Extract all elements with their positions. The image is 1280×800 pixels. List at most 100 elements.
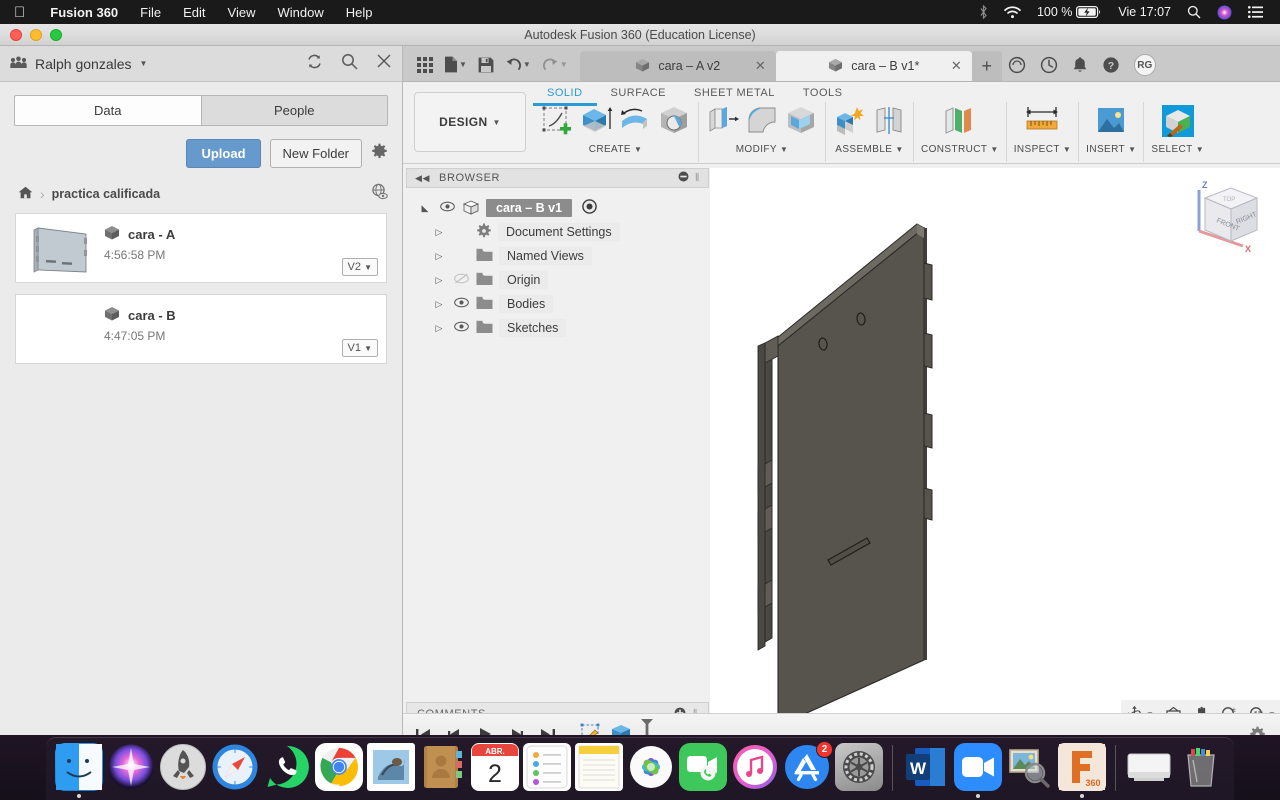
insert-image-icon[interactable] <box>1094 104 1128 143</box>
sweep-icon[interactable] <box>657 104 691 143</box>
3d-canvas[interactable]: Z X FRONT RIGHT TOP <box>710 168 1280 726</box>
avatar[interactable]: RG <box>1133 54 1156 76</box>
battery-charging-icon[interactable] <box>1076 6 1110 18</box>
menu-bar-clock[interactable]: Vie 17:07 <box>1110 5 1179 19</box>
refresh-icon[interactable] <box>306 53 323 75</box>
workspace-switcher[interactable]: DESIGN ▼ <box>414 92 526 152</box>
tree-item-bodies[interactable]: ▷ Bodies <box>406 292 709 316</box>
new-folder-button[interactable]: New Folder <box>269 139 362 168</box>
visibility-eye-icon[interactable] <box>452 297 470 311</box>
visibility-eye-icon[interactable] <box>438 201 456 215</box>
breadcrumb-current-folder[interactable]: practica calificada <box>52 187 160 201</box>
press-pull-icon[interactable] <box>706 104 740 143</box>
dock-item-calendar[interactable]: ABR. 2 <box>470 743 520 798</box>
active-component-icon[interactable] <box>582 199 597 217</box>
fillet-icon[interactable] <box>745 104 779 143</box>
list-item[interactable]: cara - B 4:47:05 PM V1 ▼ <box>15 294 387 364</box>
wifi-icon[interactable] <box>996 5 1029 19</box>
dock-item-fusion-360[interactable]: 360 <box>1057 743 1107 798</box>
menu-item-fusion360[interactable]: Fusion 360 <box>39 5 129 20</box>
tree-item-origin[interactable]: ▷ Origin <box>406 268 709 292</box>
tree-item-document-settings[interactable]: ▷ Document Settings <box>406 220 709 244</box>
joint-icon[interactable] <box>872 104 906 143</box>
select-paint-icon[interactable] <box>1160 103 1196 144</box>
dock-item-safari[interactable] <box>210 743 260 798</box>
dock-item-preview[interactable] <box>1005 743 1055 798</box>
expand-arrow-icon[interactable]: ▷ <box>432 275 446 286</box>
dock-item-notes[interactable] <box>574 743 624 798</box>
tree-item-sketches[interactable]: ▷ Sketches <box>406 316 709 340</box>
undo-icon[interactable]: ▼ <box>501 55 535 74</box>
globe-visibility-icon[interactable] <box>371 183 388 204</box>
dock-item-system-preferences[interactable] <box>834 743 884 798</box>
expand-arrow-icon[interactable]: ▷ <box>432 299 446 310</box>
shell-icon[interactable] <box>784 104 818 143</box>
expand-arrow-icon[interactable]: ▷ <box>432 227 446 238</box>
ribbon-group-assemble-label[interactable]: ASSEMBLE ▼ <box>835 144 903 155</box>
close-icon[interactable] <box>376 53 392 74</box>
ribbon-group-construct-label[interactable]: CONSTRUCT ▼ <box>921 144 999 155</box>
view-cube[interactable]: Z X FRONT RIGHT TOP <box>1185 176 1267 256</box>
list-item[interactable]: cara - A 4:56:58 PM V2 ▼ <box>15 213 387 283</box>
extrude-icon[interactable] <box>579 104 613 143</box>
menu-item-help[interactable]: Help <box>335 5 384 20</box>
apple-logo-icon[interactable]:  <box>0 5 39 20</box>
dock-item-contacts[interactable] <box>418 743 468 798</box>
dock-item-reminders[interactable] <box>522 743 572 798</box>
expand-arrow-icon[interactable]: ▷ <box>432 251 446 262</box>
gear-icon[interactable] <box>371 143 388 165</box>
create-sketch-icon[interactable] <box>540 104 574 143</box>
visibility-eye-icon[interactable] <box>452 321 470 335</box>
tree-item-root[interactable]: ◣ cara – B v1 <box>406 196 709 220</box>
spotlight-search-icon[interactable] <box>1179 5 1209 19</box>
dock-item-chrome[interactable] <box>314 743 364 798</box>
version-dropdown[interactable]: V2 ▼ <box>341 258 378 276</box>
job-status-icon[interactable] <box>1008 56 1026 74</box>
dock-item-zoom[interactable] <box>953 743 1003 798</box>
dock-item-app-store[interactable]: 2 <box>782 741 833 798</box>
siri-icon[interactable] <box>1209 5 1240 20</box>
tab-data[interactable]: Data <box>14 95 201 126</box>
ribbon-group-modify-label[interactable]: MODIFY ▼ <box>736 144 789 155</box>
tree-item-named-views[interactable]: ▷ Named Views <box>406 244 709 268</box>
minimize-icon[interactable] <box>678 171 689 185</box>
menu-item-file[interactable]: File <box>129 5 172 20</box>
dock-item-siri[interactable] <box>106 743 156 798</box>
document-tab-cara-a[interactable]: cara – A v2 ✕ <box>579 51 776 81</box>
dock-item-finder[interactable] <box>54 743 104 798</box>
new-file-icon[interactable]: ▼ <box>440 54 471 75</box>
version-dropdown[interactable]: V1 ▼ <box>341 339 378 357</box>
ribbon-group-inspect-label[interactable]: INSPECT ▼ <box>1014 144 1071 155</box>
close-tab-icon[interactable]: ✕ <box>951 58 962 74</box>
dock-item-trash[interactable] <box>1176 743 1226 798</box>
upload-button[interactable]: Upload <box>186 139 261 168</box>
expand-arrow-icon[interactable]: ◣ <box>418 203 432 214</box>
menu-item-view[interactable]: View <box>217 5 267 20</box>
grid-apps-icon[interactable] <box>413 55 437 75</box>
new-tab-button[interactable]: + <box>971 51 1002 81</box>
dock-item-itunes[interactable] <box>730 743 780 798</box>
search-icon[interactable] <box>341 53 358 75</box>
menu-item-window[interactable]: Window <box>266 5 334 20</box>
menu-item-edit[interactable]: Edit <box>172 5 216 20</box>
new-component-icon[interactable] <box>833 104 867 143</box>
offset-plane-icon[interactable] <box>941 104 979 143</box>
redo-icon[interactable]: ▼ <box>538 55 572 74</box>
dock-item-facetime[interactable] <box>678 743 728 798</box>
notifications-bell-icon[interactable] <box>1072 56 1088 74</box>
dock-item-mail[interactable] <box>366 743 416 798</box>
bluetooth-icon[interactable] <box>971 5 996 19</box>
close-tab-icon[interactable]: ✕ <box>755 58 766 74</box>
tab-people[interactable]: People <box>200 95 388 126</box>
recent-activity-icon[interactable] <box>1040 56 1058 74</box>
revolve-icon[interactable] <box>618 104 652 143</box>
document-tab-cara-b[interactable]: cara – B v1* ✕ <box>775 51 972 81</box>
user-menu[interactable]: Ralph gonzales ▼ <box>10 56 147 72</box>
ribbon-group-insert-label[interactable]: INSERT ▼ <box>1086 144 1136 155</box>
help-icon[interactable]: ? <box>1102 56 1120 74</box>
collapse-left-icon[interactable]: ◀◀ <box>415 173 430 184</box>
ribbon-group-select-label[interactable]: SELECT ▼ <box>1151 144 1204 155</box>
expand-arrow-icon[interactable]: ▷ <box>432 323 446 334</box>
notification-center-icon[interactable] <box>1240 6 1272 18</box>
measure-icon[interactable] <box>1023 104 1061 143</box>
